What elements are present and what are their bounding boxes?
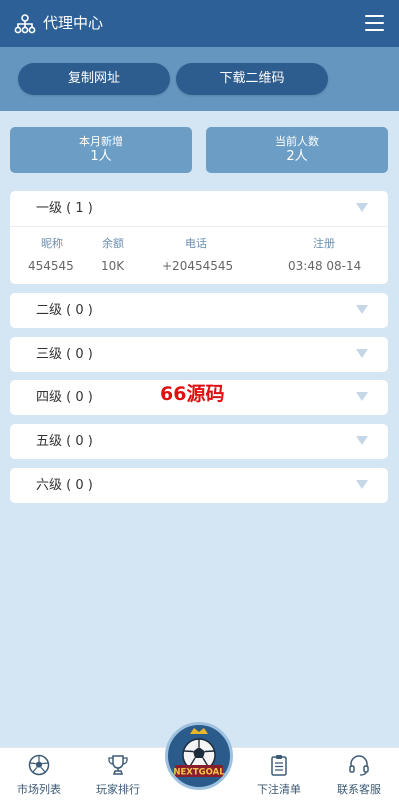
caret-down-icon[interactable]: [356, 392, 368, 401]
tab-customer-service[interactable]: 联系客服: [320, 748, 398, 801]
table-cell: 03:48 08-14: [288, 259, 362, 273]
clipboard-icon: [271, 755, 287, 776]
level-3-panel[interactable]: 三级 ( 0 ): [10, 337, 388, 372]
level-5-panel[interactable]: 五级 ( 0 ): [10, 424, 388, 459]
app-header: 代理中心: [0, 0, 399, 47]
tab-label: 玩家排行: [96, 783, 140, 796]
stat-label: 本月新增: [79, 135, 123, 148]
caret-down-icon[interactable]: [356, 480, 368, 489]
tab-label: 市场列表: [17, 783, 61, 796]
tab-market-list[interactable]: 市场列表: [0, 748, 78, 801]
copy-url-button[interactable]: 复制网址: [18, 63, 170, 95]
table-row: 454545 10K +20454545 03:48 08-14: [10, 259, 388, 275]
nextgoal-logo-button[interactable]: NEXTGOAL: [165, 722, 233, 790]
action-bar: 复制网址 下载二维码: [0, 47, 399, 111]
level-2-panel[interactable]: 二级 ( 0 ): [10, 293, 388, 328]
crown-icon: [190, 728, 208, 734]
level-name: 六级 ( 0 ): [36, 478, 93, 493]
caret-down-icon[interactable]: [356, 305, 368, 314]
watermark: 66源码: [160, 383, 225, 405]
stat-label: 当前人数: [275, 135, 319, 148]
column-header: 电话: [185, 237, 207, 250]
level-1-panel: 一级 ( 1 ) 昵称 余额 电话 注册 454545 10K +2045454…: [10, 191, 388, 284]
caret-down-icon[interactable]: [356, 349, 368, 358]
column-header: 昵称: [41, 237, 63, 250]
tab-player-ranking[interactable]: 玩家排行: [79, 748, 157, 801]
headset-icon: [349, 755, 369, 776]
stat-value: 1人: [90, 149, 112, 164]
level-name: 五级 ( 0 ): [36, 434, 93, 449]
tab-label: 联系客服: [337, 783, 381, 796]
level-name: 二级 ( 0 ): [36, 303, 93, 318]
tab-label: 下注清单: [257, 783, 301, 796]
column-header: 注册: [313, 237, 335, 250]
divider: [10, 226, 388, 227]
table-cell: 10K: [101, 259, 125, 273]
logo-text: NEXTGOAL: [173, 768, 225, 778]
menu-icon[interactable]: [365, 15, 384, 31]
nextgoal-logo: NEXTGOAL: [173, 728, 225, 778]
caret-down-icon[interactable]: [356, 436, 368, 445]
sitemap-icon: [14, 14, 36, 34]
soccer-ball-icon: [28, 754, 50, 776]
table-header: 昵称 余额 电话 注册: [10, 235, 388, 250]
stat-monthly-new: 本月新增 1人: [10, 127, 192, 173]
level-name: 四级 ( 0 ): [36, 390, 93, 405]
level-name: 一级 ( 1 ): [36, 201, 93, 216]
level-name: 三级 ( 0 ): [36, 347, 93, 362]
column-header: 余额: [102, 237, 124, 250]
trophy-icon: [108, 755, 128, 775]
page-title: 代理中心: [43, 14, 104, 32]
level-6-panel[interactable]: 六级 ( 0 ): [10, 468, 388, 503]
level-1-header[interactable]: 一级 ( 1 ): [10, 191, 388, 226]
stat-value: 2人: [286, 149, 308, 164]
download-qr-button[interactable]: 下载二维码: [176, 63, 328, 95]
table-cell: 454545: [28, 259, 74, 273]
caret-down-icon[interactable]: [356, 203, 368, 212]
stat-current-count: 当前人数 2人: [206, 127, 388, 173]
tab-bet-list[interactable]: 下注清单: [240, 748, 318, 801]
table-cell: +20454545: [162, 259, 234, 273]
